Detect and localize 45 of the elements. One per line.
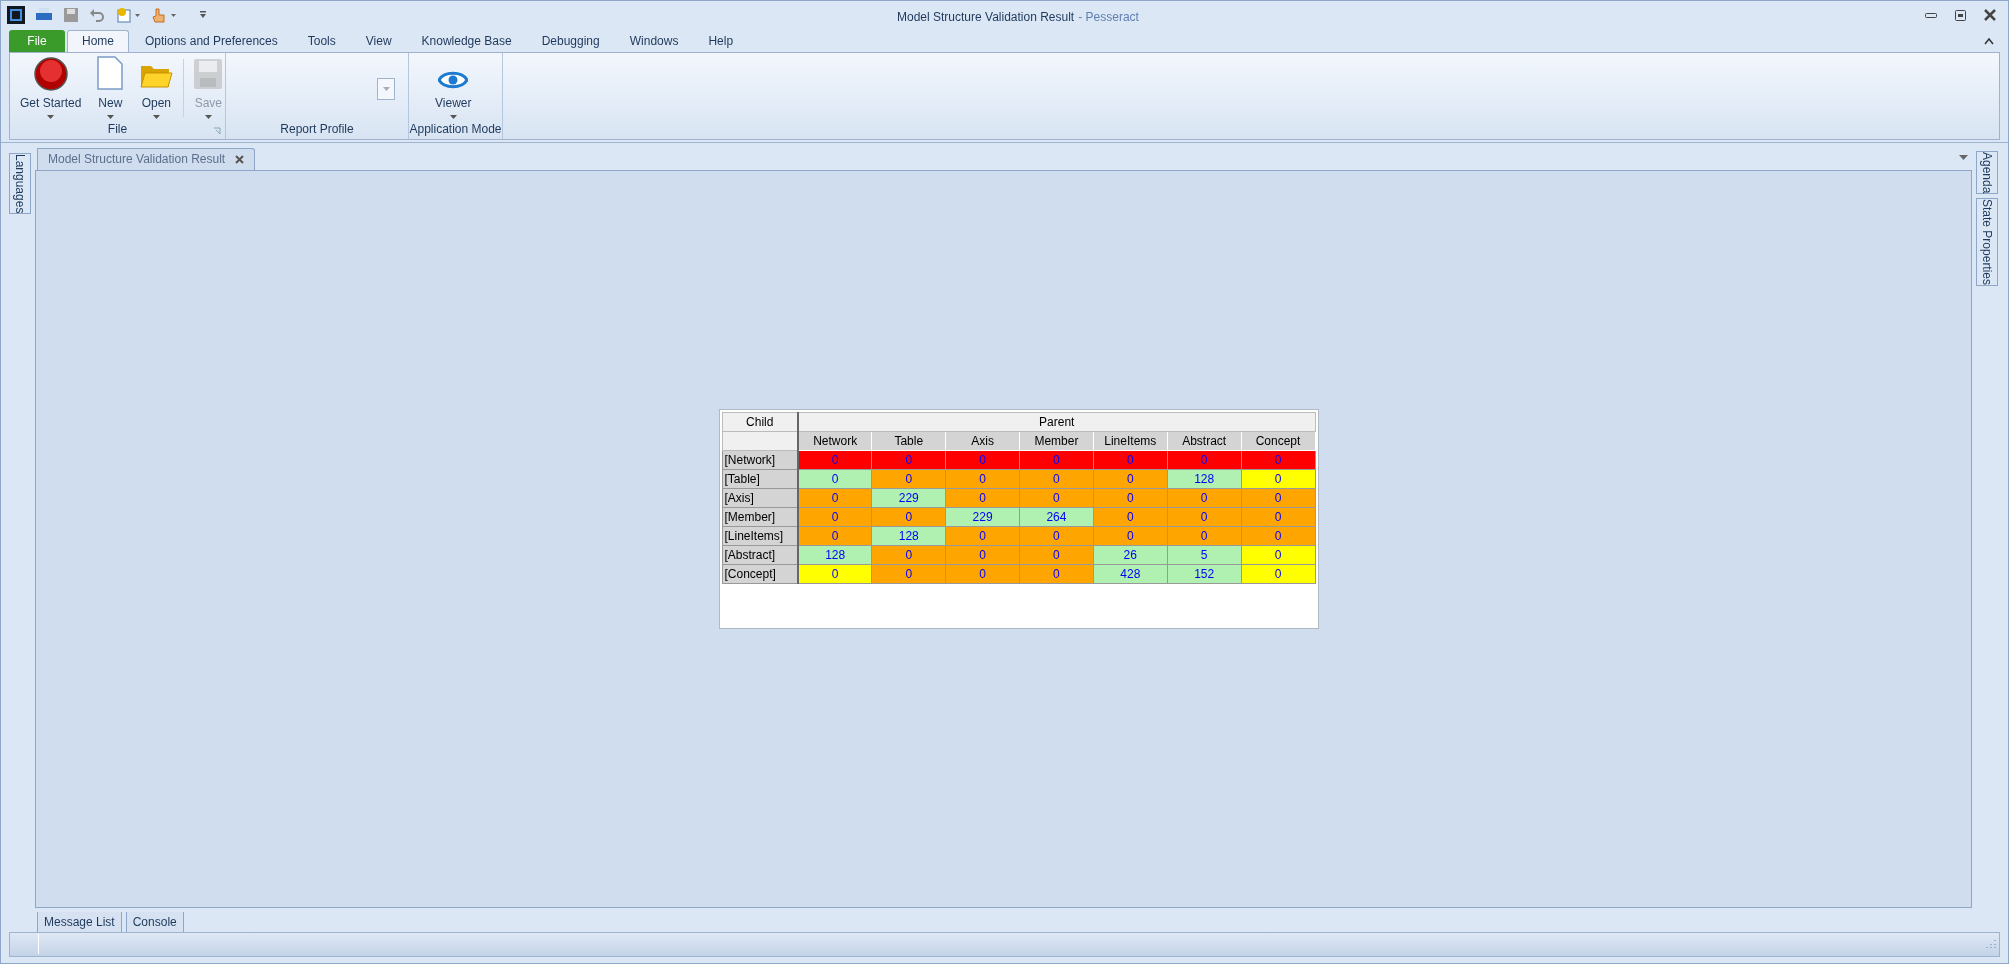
start-icon [33, 56, 68, 91]
close-icon[interactable] [1984, 9, 1996, 22]
group-label: Application Mode [409, 120, 502, 138]
ribbon-tab[interactable]: Options and Preferences [131, 29, 292, 52]
caret-icon [382, 86, 390, 91]
document-icon [95, 54, 126, 91]
ribbon-button[interactable]: Get Started [14, 56, 88, 119]
column-header: Child [722, 412, 798, 432]
caret-icon [106, 114, 114, 119]
ribbon-tab[interactable]: Knowledge Base [407, 29, 526, 52]
caret-icon [449, 114, 457, 119]
collapse-ribbon-icon[interactable] [1984, 36, 1994, 45]
side-panel-tab[interactable]: Agenda [1976, 150, 1998, 195]
dropdown-field[interactable] [377, 77, 395, 100]
side-panel-tab[interactable]: State Properties [1976, 198, 1998, 287]
panel-tab[interactable]: Console [125, 911, 184, 934]
panel-tab[interactable]: Message List [37, 911, 122, 934]
hand-pointer-icon[interactable] [151, 7, 177, 24]
ribbon-tab[interactable]: Windows [615, 29, 693, 52]
ribbon-tab[interactable]: Tools [293, 29, 350, 52]
ribbon-button[interactable]: Open [133, 56, 180, 119]
ribbon-tab[interactable]: View [351, 29, 406, 52]
paint-bucket-icon[interactable] [115, 7, 141, 24]
ribbon-tab[interactable]: Home [67, 29, 129, 52]
close-icon[interactable] [235, 154, 245, 164]
side-panel-tab[interactable]: Languages [9, 152, 31, 215]
undo-icon[interactable] [89, 7, 105, 24]
ribbon-tab[interactable]: Help [694, 29, 748, 52]
dropdown-arrow-icon[interactable] [1959, 154, 1968, 160]
viewer-button[interactable]: Viewer [429, 56, 478, 119]
caret-icon [47, 114, 55, 119]
minimize-icon[interactable] [1925, 11, 1937, 20]
caret-icon [152, 114, 160, 119]
restore-icon[interactable] [1955, 9, 1966, 21]
column-header: Parent [798, 412, 1315, 432]
group-label: Report Profile [280, 120, 354, 138]
caret-icon [204, 114, 212, 119]
app-icon[interactable] [7, 6, 25, 25]
document-tab[interactable]: Model Structure Validation Result [37, 147, 256, 170]
group-label: File [107, 120, 128, 138]
file-tab[interactable]: File [9, 29, 65, 52]
ribbon-button[interactable]: New [89, 56, 132, 119]
resize-grip-icon[interactable] [1986, 939, 1996, 950]
window-title: Model Structure Validation Result - Pesseract [897, 9, 1139, 26]
ribbon-tab[interactable]: Debugging [527, 29, 614, 52]
